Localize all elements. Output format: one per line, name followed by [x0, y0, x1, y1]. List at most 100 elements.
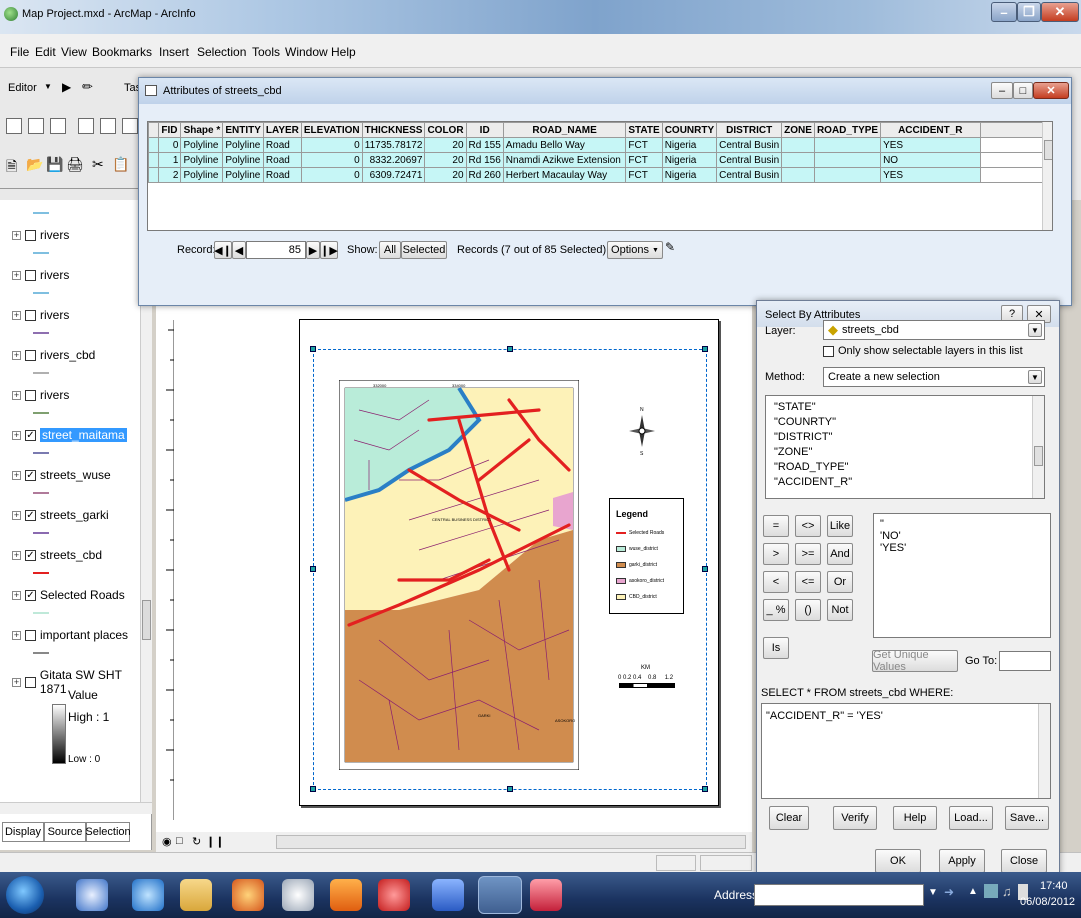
field-list-item[interactable]: "COUNRTY"	[774, 415, 1036, 430]
pause-icon[interactable]: ❙❙	[206, 835, 224, 848]
options-button[interactable]: Options ▼	[607, 241, 663, 259]
table-scroll-thumb[interactable]	[1044, 140, 1052, 160]
minimize-button[interactable]: –	[991, 2, 1017, 22]
table-cell[interactable]	[813, 137, 882, 153]
internet-explorer-icon[interactable]	[132, 879, 164, 911]
menu-file[interactable]: File	[10, 45, 29, 59]
expand-icon[interactable]: +	[12, 677, 21, 687]
table-cell[interactable]: 1	[157, 152, 182, 168]
menu-bookmarks[interactable]: Bookmarks	[92, 45, 152, 59]
copy-icon[interactable]: 📋	[112, 156, 129, 173]
column-header[interactable]: ID	[465, 122, 504, 138]
layer-visibility-checkbox[interactable]: ✓	[25, 429, 36, 441]
close-button[interactable]: ✕	[1033, 82, 1069, 99]
table-cell[interactable]: YES	[880, 167, 981, 183]
column-header[interactable]: DISTRICT	[716, 122, 783, 138]
show-all-button[interactable]: All	[379, 241, 401, 259]
table-cell[interactable]	[781, 167, 815, 183]
tab-display[interactable]: Display	[2, 822, 44, 842]
layer-visibility-checkbox[interactable]: ✓	[25, 509, 36, 521]
field-list-item[interactable]: "ZONE"	[774, 445, 1036, 460]
table-cell[interactable]: 0	[300, 152, 363, 168]
column-header[interactable]: ELEVATION	[300, 122, 363, 138]
firefox-icon[interactable]	[232, 879, 264, 911]
operator-button[interactable]: And	[827, 543, 853, 565]
new-document-icon[interactable]: 🗎	[6, 156, 17, 180]
layer-name[interactable]: streets_cbd	[40, 548, 102, 562]
open-folder-icon[interactable]: 📂	[26, 156, 43, 173]
column-header[interactable]: ROAD_TYPE	[813, 122, 882, 138]
where-clause-textarea[interactable]: "ACCIDENT_R" = 'YES'	[761, 703, 1051, 799]
table-cell[interactable]: Polyline	[222, 167, 264, 183]
chevron-down-icon[interactable]: ▼	[1028, 370, 1042, 384]
operator-button[interactable]: =	[763, 515, 789, 537]
layer-name[interactable]: rivers	[40, 388, 69, 402]
layer-visibility-checkbox[interactable]	[25, 389, 36, 401]
fixed-zoom-out-icon[interactable]	[100, 118, 116, 134]
table-cell[interactable]: 0	[300, 167, 363, 183]
file-explorer-icon[interactable]	[180, 879, 212, 911]
field-list-item[interactable]: "DISTRICT"	[774, 430, 1036, 445]
layer-visibility-checkbox[interactable]: ✓	[25, 549, 36, 561]
attribute-table-window[interactable]: Attributes of streets_cbd – □ ✕ FID Shape…	[138, 77, 1072, 306]
go-to-input[interactable]	[999, 651, 1051, 671]
show-hidden-icons[interactable]: ▲	[968, 886, 978, 897]
table-cell[interactable]: Amadu Bello Way	[502, 137, 627, 153]
table-cell[interactable]	[781, 137, 815, 153]
layer-name[interactable]: rivers	[40, 268, 69, 282]
address-input[interactable]	[754, 884, 924, 906]
toc-layer[interactable]: + rivers	[12, 308, 69, 322]
layer-visibility-checkbox[interactable]	[25, 349, 36, 361]
operator-button[interactable]: Or	[827, 571, 853, 593]
table-cell[interactable]: 6309.72471	[361, 167, 426, 183]
unique-value-item[interactable]: "	[880, 518, 1044, 530]
load-button[interactable]: Load...	[949, 806, 993, 830]
table-cell[interactable]: Nigeria	[661, 152, 718, 168]
clock-time[interactable]: 17:40	[1040, 880, 1068, 892]
fields-scroll-thumb[interactable]	[1034, 446, 1043, 466]
table-scrollbar[interactable]	[1042, 122, 1052, 230]
table-cell[interactable]: Central Busin	[716, 152, 783, 168]
close-dialog-button[interactable]: Close	[1001, 849, 1047, 873]
only-selectable-checkbox-row[interactable]: Only show selectable layers in this list	[823, 345, 1023, 357]
toc-layer[interactable]: + ✓ street_maitama	[12, 428, 127, 442]
table-cell[interactable]: NO	[880, 152, 981, 168]
table-cell[interactable]: Herbert Macaulay Way	[502, 167, 627, 183]
layer-visibility-checkbox[interactable]	[24, 676, 36, 688]
layer-name[interactable]: rivers	[40, 228, 69, 242]
tab-selection[interactable]: Selection	[85, 822, 131, 842]
table-cell[interactable]	[813, 152, 882, 168]
clock-date[interactable]: 06/08/2012	[1020, 896, 1075, 908]
table-cell[interactable]	[148, 152, 159, 168]
toc-scroll-thumb[interactable]	[142, 600, 151, 640]
table-cell[interactable]: Road	[262, 167, 302, 183]
expand-icon[interactable]: +	[12, 310, 21, 320]
ok-button[interactable]: OK	[875, 849, 921, 873]
resize-handle[interactable]	[310, 566, 316, 572]
operator-button[interactable]: ()	[795, 599, 821, 621]
expand-icon[interactable]: +	[12, 350, 21, 360]
word-icon[interactable]	[432, 879, 464, 911]
edit-arrow-icon[interactable]: ▶	[62, 80, 71, 94]
minimize-button[interactable]: –	[991, 82, 1013, 99]
toc-layer[interactable]: + ✓ Selected Roads	[12, 588, 125, 602]
toc-layer[interactable]: + ✓ streets_cbd	[12, 548, 102, 562]
column-header[interactable]: ZONE	[781, 122, 815, 138]
menu-edit[interactable]: Edit	[35, 45, 56, 59]
get-unique-values-button[interactable]: Get Unique Values	[872, 649, 958, 673]
select-by-attributes-dialog[interactable]: Select By Attributes ? ✕ Layer: ◆ street…	[756, 300, 1060, 875]
clear-button[interactable]: Clear	[769, 806, 809, 830]
toc-horizontal-scrollbar[interactable]	[0, 802, 152, 814]
table-cell[interactable]: Central Busin	[716, 137, 783, 153]
field-list-item[interactable]: "STATE"	[774, 400, 1036, 415]
operator-button[interactable]: <	[763, 571, 789, 593]
method-combo[interactable]: Create a new selection ▼	[823, 367, 1045, 387]
field-list-item[interactable]: "ACCIDENT_R"	[774, 475, 1036, 490]
resize-handle[interactable]	[507, 786, 513, 792]
layer-name[interactable]: street_maitama	[40, 428, 127, 442]
unique-values-list[interactable]: " 'NO' 'YES'	[873, 513, 1051, 638]
full-extent-icon[interactable]	[122, 118, 138, 134]
menu-help[interactable]: Help	[331, 45, 356, 59]
operator-button[interactable]: <=	[795, 571, 821, 593]
previous-record-button[interactable]: ◀	[232, 241, 246, 259]
